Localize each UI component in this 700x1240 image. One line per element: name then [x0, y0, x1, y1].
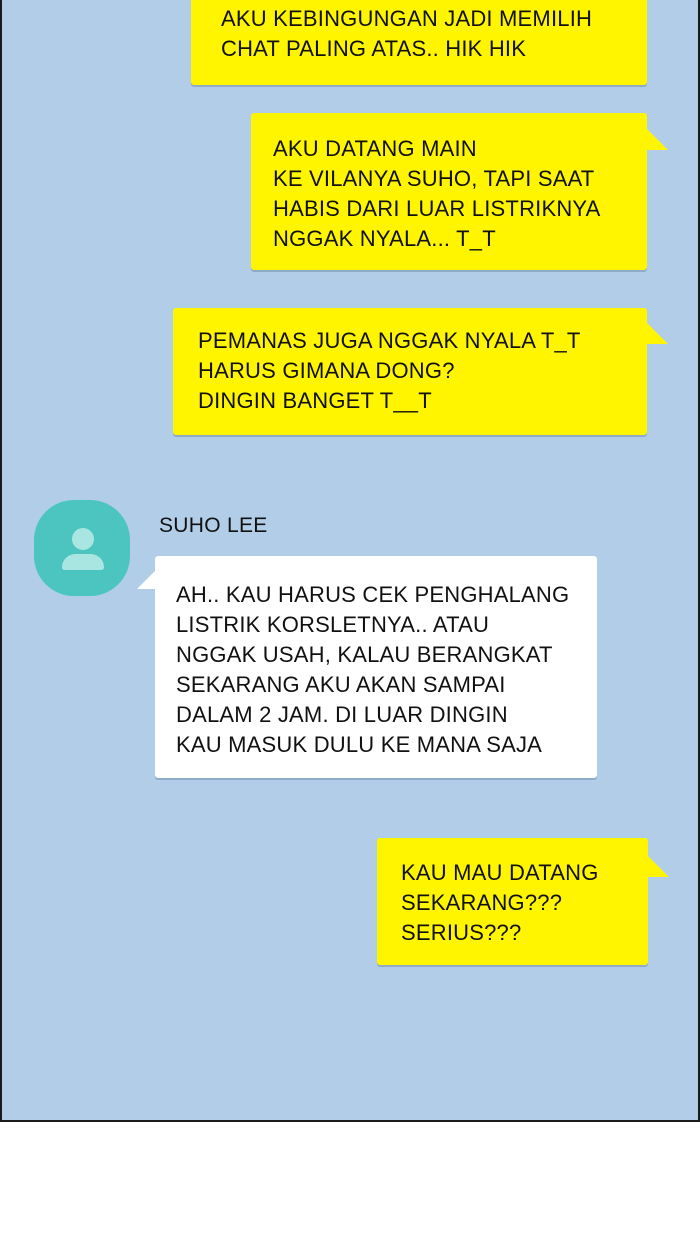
message-bubble-outgoing[interactable]: AKU DATANG MAIN KE VILANYA SUHO, TAPI SA… [251, 113, 647, 270]
bubble-tail [644, 126, 668, 150]
contact-name: SUHO LEE [159, 514, 268, 537]
chat-window: AKU KEBINGUNGAN JADI MEMILIH CHAT PALING… [0, 0, 700, 1122]
message-line: AKU KEBINGUNGAN JADI MEMILIH [221, 6, 593, 31]
bubble-tail [645, 853, 669, 877]
message-line: AH.. KAU HARUS CEK PENGHALANG [176, 582, 570, 607]
message-line: NGGAK USAH, KALAU BERANGKAT [176, 642, 553, 667]
message-line: DALAM 2 JAM. DI LUAR DINGIN [176, 702, 508, 727]
message-bubble-incoming[interactable]: AH.. KAU HARUS CEK PENGHALANG LISTRIK KO… [155, 556, 597, 778]
message-line: KAU MASUK DULU KE MANA SAJA [176, 732, 543, 757]
message-bubble-outgoing[interactable]: KAU MAU DATANG SEKARANG??? SERIUS??? [377, 838, 648, 965]
message-line: SERIUS??? [401, 920, 522, 945]
message-line: KE VILANYA SUHO, TAPI SAAT [273, 166, 595, 191]
message-bubble-outgoing[interactable]: AKU KEBINGUNGAN JADI MEMILIH CHAT PALING… [191, 0, 647, 85]
message-line: SEKARANG AKU AKAN SAMPAI [176, 672, 506, 697]
bubble-tail [644, 320, 668, 344]
message-line: SEKARANG??? [401, 890, 563, 915]
message-line: CHAT PALING ATAS.. HIK HIK [221, 36, 527, 61]
message-bubble-outgoing[interactable]: PEMANAS JUGA NGGAK NYALA T_T HARUS GIMAN… [173, 308, 647, 435]
message-line: HABIS DARI LUAR LISTRIKNYA [273, 196, 601, 221]
message-line: PEMANAS JUGA NGGAK NYALA T_T [198, 328, 581, 353]
message-line: HARUS GIMANA DONG? [198, 358, 455, 383]
message-line: LISTRIK KORSLETNYA.. ATAU [176, 612, 490, 637]
message-line: AKU DATANG MAIN [273, 136, 477, 161]
contact-avatar[interactable] [34, 500, 130, 596]
message-line: NGGAK NYALA... T_T [273, 226, 496, 251]
message-line: KAU MAU DATANG [401, 860, 599, 885]
message-line: DINGIN BANGET T__T [198, 388, 432, 413]
